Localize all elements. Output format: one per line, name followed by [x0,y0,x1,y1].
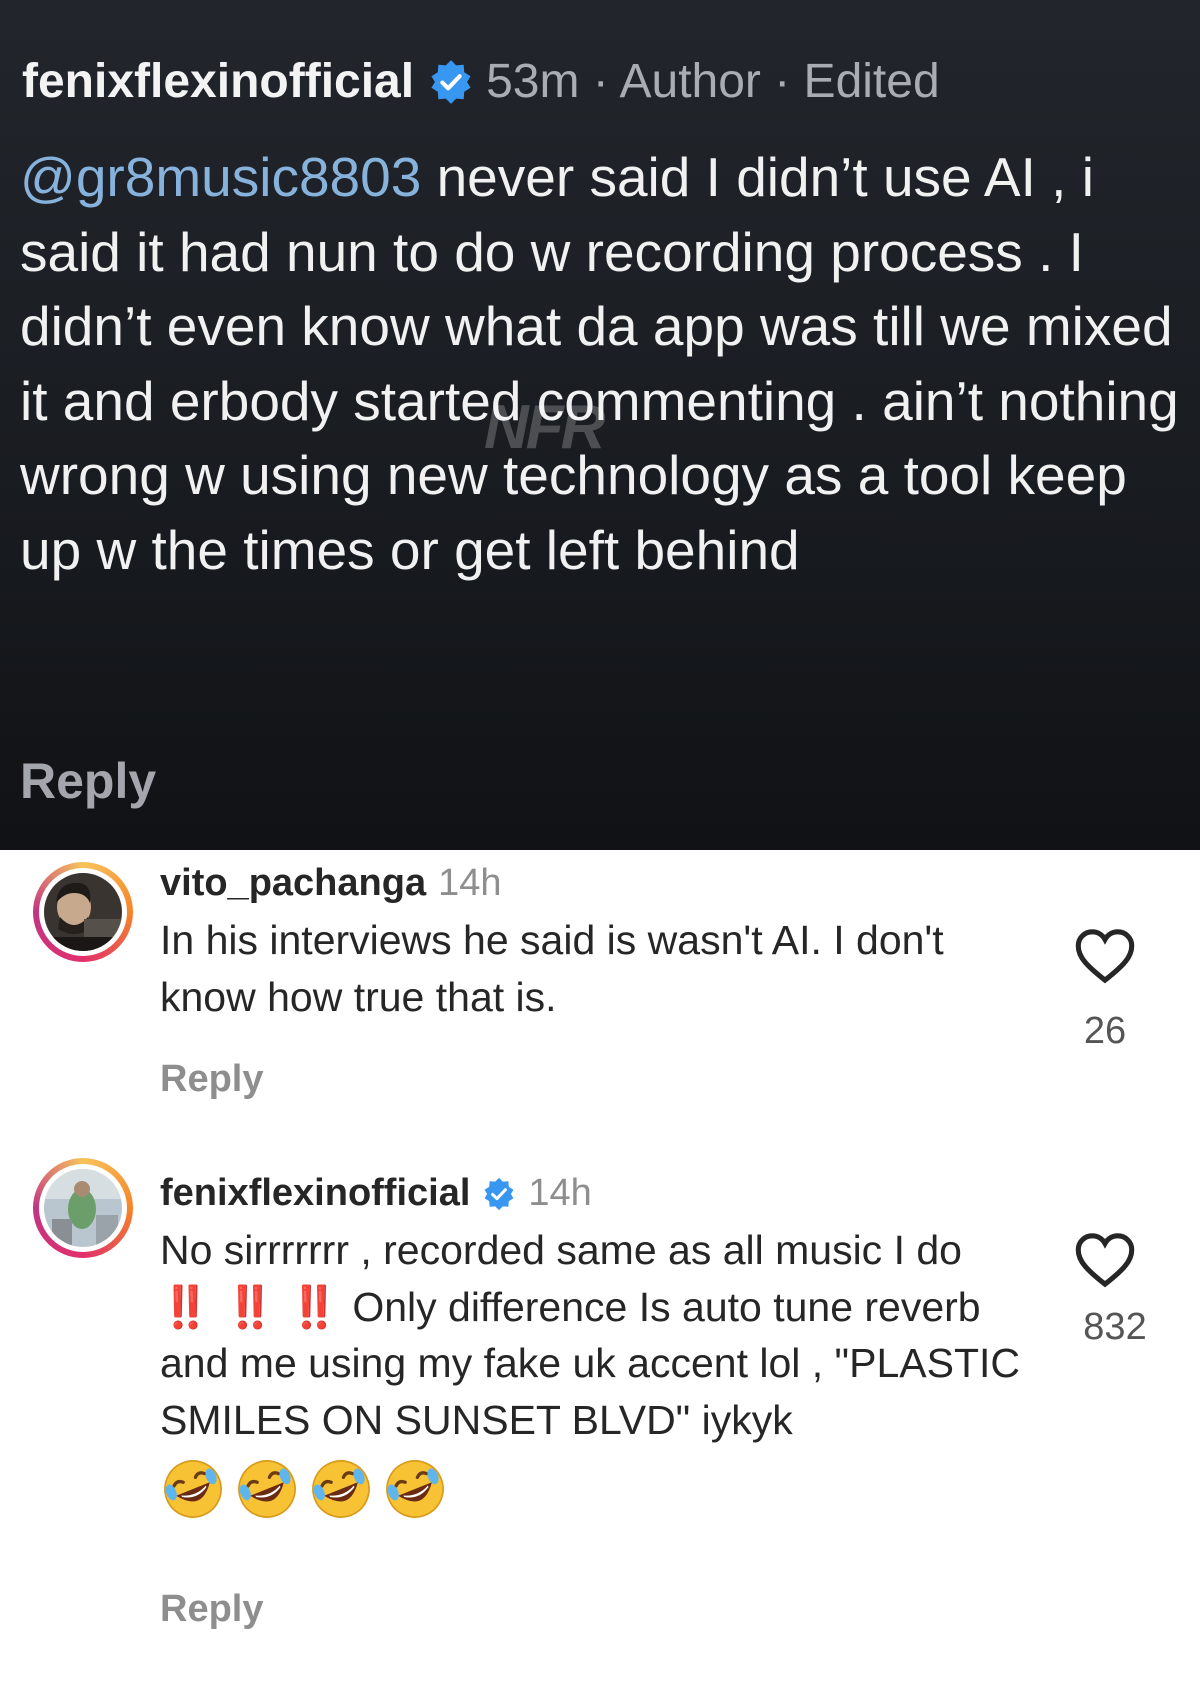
emoji-row [160,1456,1020,1522]
like-count: 832 [1083,1306,1147,1348]
like-count: 26 [1083,1010,1127,1052]
comment-username[interactable]: vito_pachanga [160,862,426,905]
comment-header: fenixflexinofficial 14h [160,1172,592,1215]
rolling-on-floor-laughing-icon [238,1460,296,1518]
comment-header: vito_pachanga 14h [160,862,501,905]
comment-username[interactable]: fenixflexinofficial [160,1172,470,1215]
author-comment-text: @gr8music8803 never said I didn’t use AI… [20,140,1190,587]
watermark-logo: NFR [484,393,605,462]
comment-reply-button[interactable]: Reply [160,1588,263,1631]
author-comment-header: fenixflexinofficial 53m · Author · Edite… [22,52,940,112]
comment-vito-pachanga: vito_pachanga 14h In his interviews he s… [0,850,1200,1130]
avatar-image [44,873,122,951]
double-exclamation-emoji: ‼️ ‼️ ‼️ [160,1283,341,1330]
author-comment-body: never said I didn’t use AI , i said it h… [20,146,1179,581]
comment-fenixflexinofficial: fenixflexinofficial 14h No sirrrrrrr , r… [0,1150,1200,1670]
comment-timestamp: 14h [528,1172,592,1214]
heart-icon[interactable] [1074,928,1136,984]
author-comment-meta: 53m · Author · Edited [486,55,940,108]
rolling-on-floor-laughing-icon [386,1460,444,1518]
rolling-on-floor-laughing-icon [164,1460,222,1518]
avatar[interactable] [33,1158,133,1258]
comment-text: In his interviews he said is wasn't AI. … [160,917,944,1020]
heart-icon[interactable] [1074,1232,1136,1288]
rolling-on-floor-laughing-icon [312,1460,370,1518]
author-reply-button[interactable]: Reply [20,752,156,810]
comment-timestamp: 14h [438,862,502,904]
comment-reply-button[interactable]: Reply [160,1058,263,1101]
verified-badge-icon [484,1177,514,1210]
author-comment-panel: fenixflexinofficial 53m · Author · Edite… [0,0,1200,850]
avatar[interactable] [33,862,133,962]
comment-text: No sirrrrrrr , recorded same as all musi… [160,1222,1020,1522]
mention-link[interactable]: @gr8music8803 [20,146,421,208]
avatar-image [44,1169,122,1247]
comment-text-part: No sirrrrrrr , recorded same as all musi… [160,1227,962,1273]
author-username[interactable]: fenixflexinofficial [22,52,414,112]
verified-badge-icon [431,60,471,104]
